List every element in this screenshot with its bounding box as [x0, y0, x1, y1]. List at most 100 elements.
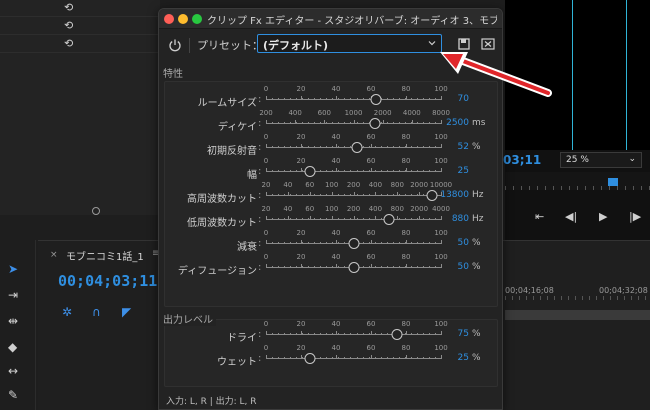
- slider-knob[interactable]: [304, 353, 316, 364]
- slider-knob[interactable]: [391, 329, 403, 340]
- tick-label: 60: [305, 205, 315, 213]
- tick-label: 60: [366, 344, 376, 352]
- monitor-ruler[interactable]: [505, 172, 650, 190]
- step-back-icon[interactable]: ◀|: [565, 210, 577, 223]
- param-value[interactable]: 50: [458, 238, 469, 248]
- param-value[interactable]: 880: [452, 214, 469, 224]
- tick-label: 800: [390, 181, 404, 189]
- undo-icon[interactable]: ⟲: [64, 37, 73, 50]
- slider-minor-tick: [374, 357, 376, 359]
- slider-minor-tick: [441, 122, 442, 124]
- slider-minor-tick: [338, 266, 340, 268]
- param-value[interactable]: 75: [458, 329, 469, 339]
- play-icon[interactable]: ▶: [599, 210, 607, 223]
- slider-track[interactable]: [266, 358, 441, 359]
- sequence-tab[interactable]: モブニコミ1話_1: [66, 248, 144, 263]
- param-value[interactable]: 13800: [440, 190, 469, 200]
- dialog-titlebar[interactable]: クリップ Fx エディター - スタジオリバーブ: オーディオ 3、モブニコ..…: [159, 9, 502, 29]
- slider-knob[interactable]: [348, 262, 359, 273]
- slider-minor-tick: [332, 146, 334, 148]
- param-value[interactable]: 52: [458, 142, 469, 152]
- undo-icon[interactable]: ⟲: [64, 1, 73, 14]
- playhead-icon[interactable]: [608, 178, 618, 186]
- slider-minor-tick: [272, 170, 274, 172]
- slider-knob[interactable]: [304, 166, 316, 177]
- slider-tick: [336, 168, 337, 172]
- marker-icon[interactable]: ◤: [122, 305, 131, 319]
- razor-tool-icon[interactable]: ◆: [8, 340, 17, 354]
- step-forward-icon[interactable]: |▶: [629, 210, 641, 223]
- slider-knob[interactable]: [348, 238, 359, 249]
- slider-minor-tick: [326, 218, 328, 220]
- slider-minor-tick: [386, 98, 388, 100]
- slider-knob[interactable]: [369, 118, 380, 129]
- slider-track[interactable]: [266, 171, 441, 172]
- param-value[interactable]: 25: [458, 353, 469, 363]
- slider-minor-tick: [362, 170, 364, 172]
- slider-track[interactable]: [266, 334, 441, 335]
- timeline-timecode[interactable]: 00;04;03;11: [58, 272, 157, 290]
- slider-knob[interactable]: [426, 190, 438, 201]
- param-colon: :: [258, 166, 262, 177]
- slider-knob[interactable]: [351, 142, 363, 153]
- slider-minor-tick: [278, 333, 280, 335]
- slider-minor-tick: [380, 333, 382, 335]
- window-minimize-button[interactable]: [178, 14, 188, 24]
- slider-minor-tick: [380, 170, 382, 172]
- slider-minor-tick: [302, 98, 304, 100]
- slider-tick: [406, 355, 407, 359]
- param-label: ウェット: [217, 357, 257, 368]
- tick-label: 4000: [432, 205, 450, 213]
- slider-minor-tick: [368, 218, 370, 220]
- slider-minor-tick: [350, 170, 352, 172]
- slider-minor-tick: [314, 266, 316, 268]
- window-maximize-button[interactable]: [192, 14, 202, 24]
- slider-track[interactable]: [266, 99, 441, 100]
- slider-minor-tick: [380, 266, 382, 268]
- magnet-icon[interactable]: ∩: [92, 305, 101, 319]
- slider-minor-tick: [266, 146, 267, 148]
- slider-minor-tick: [320, 333, 322, 335]
- power-icon[interactable]: [168, 38, 182, 52]
- pen-tool-icon[interactable]: ✎: [8, 388, 18, 402]
- param-value[interactable]: 70: [458, 94, 469, 104]
- close-icon[interactable]: ×: [50, 250, 58, 260]
- snap-icon[interactable]: ✲: [62, 305, 72, 319]
- preset-value: (デフォルト): [263, 39, 329, 52]
- slider-minor-tick: [296, 266, 298, 268]
- undo-icon[interactable]: ⟲: [64, 19, 73, 32]
- zoom-select[interactable]: 25 % ⌄: [560, 152, 642, 168]
- work-area-bar[interactable]: [505, 310, 650, 320]
- slider-knob[interactable]: [383, 214, 394, 225]
- delete-preset-icon[interactable]: [481, 38, 495, 50]
- ripple-edit-tool-icon[interactable]: ⇹: [8, 314, 18, 328]
- preset-dropdown[interactable]: (デフォルト): [257, 34, 442, 53]
- slider-minor-tick: [362, 218, 364, 220]
- tick-label: 0: [263, 344, 269, 352]
- slider-knob[interactable]: [370, 94, 382, 105]
- param-value[interactable]: 2500: [446, 118, 469, 128]
- param-colon: :: [258, 190, 262, 201]
- slider-minor-tick: [302, 122, 304, 124]
- save-preset-icon[interactable]: [457, 37, 471, 51]
- dialog-title: クリップ Fx エディター - スタジオリバーブ: オーディオ 3、モブニコ..…: [207, 16, 497, 27]
- slider-minor-tick: [338, 98, 340, 100]
- window-close-button[interactable]: [164, 14, 174, 24]
- track-select-tool-icon[interactable]: ⇥: [8, 288, 18, 302]
- go-to-out-icon[interactable]: ⇤: [535, 210, 544, 223]
- tick-label: 80: [401, 133, 411, 141]
- slider-minor-tick: [278, 357, 280, 359]
- tools-panel: ➤ ⇥ ⇹ ◆ ↔ ✎: [0, 240, 36, 410]
- param-value[interactable]: 25: [458, 166, 469, 176]
- selection-tool-icon[interactable]: ➤: [8, 262, 18, 276]
- slider-minor-tick: [416, 266, 418, 268]
- slider-minor-tick: [362, 146, 364, 148]
- slider-minor-tick: [338, 146, 340, 148]
- io-info: 入力: L, R | 出力: L, R: [166, 397, 257, 407]
- scroll-handle[interactable]: [92, 207, 100, 215]
- slider-minor-tick: [441, 170, 442, 172]
- slider-minor-tick: [374, 194, 376, 196]
- slider-minor-tick: [338, 242, 340, 244]
- slip-tool-icon[interactable]: ↔: [8, 364, 18, 378]
- param-value[interactable]: 50: [458, 262, 469, 272]
